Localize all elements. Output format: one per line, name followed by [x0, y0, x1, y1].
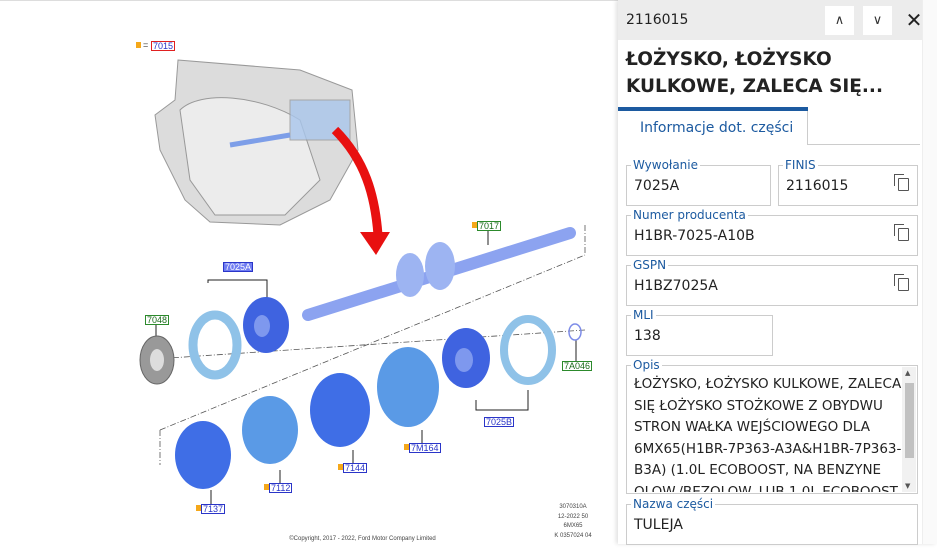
- field-label: Wywołanie: [631, 158, 700, 172]
- panel-header: 2116015 ∧ ∨ ✕: [618, 0, 937, 40]
- tab-part-info[interactable]: Informacje dot. części: [618, 111, 808, 145]
- copy-icon[interactable]: [894, 174, 909, 191]
- callout-7048[interactable]: 7048: [145, 315, 170, 325]
- field-label: Opis: [631, 358, 662, 372]
- copy-icon[interactable]: [894, 224, 909, 241]
- field-value: TULEJA: [634, 517, 683, 533]
- drawing-info: 3070310A 12-2022 50 6MX65 K 0357024 04: [554, 504, 592, 539]
- callout-7144[interactable]: 7144: [343, 463, 368, 473]
- part-title: ŁOŻYSKO, ŁOŻYSKO KULKOWE, ZALECA SIĘ...: [626, 49, 883, 97]
- mli-field[interactable]: MLI 138: [626, 308, 773, 356]
- copyright: ©Copyright, 2017 - 2022, Ford Motor Comp…: [289, 536, 436, 542]
- gspn-field[interactable]: GSPN H1BZ7025A: [626, 258, 918, 306]
- field-value: 7025A: [634, 178, 680, 194]
- previous-button[interactable]: ∧: [825, 5, 854, 35]
- field-value: 138: [634, 328, 661, 344]
- callout-7137[interactable]: 7137: [201, 504, 226, 514]
- wywolanie-field[interactable]: Wywołanie 7025A: [626, 158, 771, 206]
- exploded-view-drawing: [139, 59, 586, 504]
- part-number: 2116015: [626, 12, 689, 28]
- gear-7137: [175, 421, 231, 489]
- scroll-up-icon[interactable]: ▲: [905, 369, 910, 377]
- gear-7m164: [377, 347, 439, 427]
- field-value: H1BR-7025-A10B: [634, 228, 755, 244]
- gear-7144: [310, 373, 370, 447]
- scrollbar-thumb[interactable]: [905, 383, 914, 458]
- field-value: H1BZ7025A: [634, 278, 718, 294]
- gear-7112: [242, 396, 298, 464]
- callout-7m164[interactable]: 7M164: [409, 443, 441, 453]
- field-label: MLI: [631, 308, 656, 322]
- legend-equals: =: [143, 40, 149, 50]
- field-label: GSPN: [631, 258, 669, 272]
- callout-7112[interactable]: 7112: [269, 483, 293, 493]
- next-button[interactable]: ∨: [863, 5, 892, 35]
- textarea-scrollbar[interactable]: ▲ ▼: [902, 367, 916, 492]
- field-label: Nazwa części: [631, 497, 716, 511]
- field-label: Numer producenta: [631, 208, 748, 222]
- bearing-cup-7025a: [188, 310, 242, 380]
- part-details-panel: 2116015 ∧ ∨ ✕ ŁOŻYSKO, ŁOŻYSKO KULKOWE, …: [618, 0, 937, 545]
- legend-swatch: [136, 42, 141, 48]
- nazwa-czesci-field[interactable]: Nazwa części TULEJA: [626, 497, 918, 545]
- gearbox-housing: [154, 59, 359, 226]
- callout-7025b[interactable]: 7025B: [484, 417, 515, 427]
- parts-diagram: = 7015 7017 7025A 7048 7A046 7025B 7M164…: [0, 0, 618, 544]
- field-value: ŁOŻYSKO, ŁOŻYSKO KULKOWE, ZALECA SIĘ ŁOŻ…: [634, 376, 902, 492]
- close-icon: ✕: [905, 8, 923, 32]
- callout-7017[interactable]: 7017: [477, 221, 502, 231]
- chevron-down-icon: ∨: [872, 12, 883, 28]
- field-value: 2116015: [786, 178, 849, 194]
- snap-ring: [568, 323, 582, 341]
- legend-code-7015[interactable]: 7015: [151, 41, 176, 51]
- opis-textarea[interactable]: Opis ŁOŻYSKO, ŁOŻYSKO KULKOWE, ZALECA SI…: [626, 358, 918, 494]
- callout-7a046[interactable]: 7A046: [562, 361, 593, 371]
- field-label: FINIS: [783, 158, 818, 172]
- panel-scrollbar[interactable]: [922, 0, 937, 544]
- bearing-cup-7025b: [500, 315, 556, 385]
- chevron-up-icon: ∧: [834, 12, 845, 28]
- callout-7025a[interactable]: 7025A: [223, 262, 254, 272]
- copy-icon[interactable]: [894, 274, 909, 291]
- input-shaft: [302, 227, 576, 321]
- numer-producenta-field[interactable]: Numer producenta H1BR-7025-A10B: [626, 208, 918, 256]
- tab-divider: [808, 144, 920, 145]
- scroll-down-icon[interactable]: ▼: [905, 482, 910, 490]
- finis-field[interactable]: FINIS 2116015: [778, 158, 918, 206]
